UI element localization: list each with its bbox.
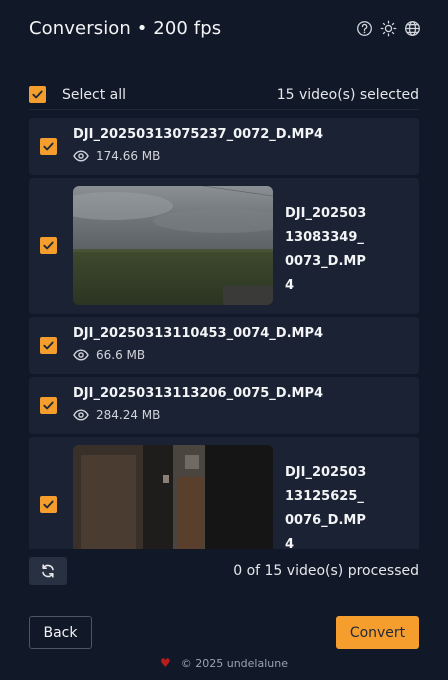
globe-icon[interactable]	[404, 20, 421, 37]
video-filename-line: 4	[285, 278, 295, 293]
video-checkbox[interactable]	[40, 397, 57, 414]
video-filename-line: DJI_202503	[285, 465, 367, 480]
video-filename-line: 4	[285, 537, 295, 549]
video-thumbnail[interactable]	[73, 186, 273, 305]
video-meta: 174.66 MB	[73, 149, 323, 163]
video-filename-line: 0073_D.MP	[285, 254, 366, 269]
video-checkbox[interactable]	[40, 496, 57, 513]
help-icon[interactable]	[356, 20, 373, 37]
video-item[interactable]: DJI_202503 13125625_ 0076_D.MP 4	[29, 437, 419, 549]
footer: ♥ © 2025 undelalune	[0, 654, 448, 672]
select-all-row: Select all 15 video(s) selected	[29, 80, 419, 110]
video-size: 284.24 MB	[96, 408, 161, 422]
select-all-label[interactable]: Select all	[62, 87, 126, 103]
video-item[interactable]: DJI_202503 13083349_ 0073_D.MP 4	[29, 178, 419, 314]
video-size: 174.66 MB	[96, 149, 161, 163]
heart-icon: ♥	[159, 656, 171, 670]
video-filename: DJI_20250313110453_0074_D.MP4	[73, 326, 324, 341]
eye-icon[interactable]	[73, 349, 89, 361]
video-item[interactable]: DJI_20250313113206_0075_D.MP4 284.24 MB	[29, 377, 419, 434]
progress-row: 0 of 15 video(s) processed	[29, 557, 419, 585]
video-item[interactable]: DJI_20250313110453_0074_D.MP4 66.6 MB	[29, 317, 419, 374]
processed-status: 0 of 15 video(s) processed	[233, 563, 419, 579]
video-checkbox[interactable]	[40, 237, 57, 254]
video-meta: 284.24 MB	[73, 408, 323, 422]
video-size: 66.6 MB	[96, 348, 146, 362]
video-checkbox[interactable]	[40, 337, 57, 354]
video-info: DJI_20250313113206_0075_D.MP4 284.24 MB	[73, 386, 323, 422]
video-filename-line: 13083349_	[285, 230, 364, 245]
page-title: Conversion • 200 fps	[29, 17, 222, 39]
eye-icon[interactable]	[73, 409, 89, 421]
refresh-icon	[42, 564, 54, 578]
video-filename: DJI_20250313075237_0072_D.MP4	[73, 127, 324, 142]
video-thumbnail[interactable]	[73, 445, 273, 549]
header: Conversion • 200 fps	[0, 0, 448, 56]
video-filename-wrapped: DJI_202503 13125625_ 0076_D.MP 4	[285, 461, 375, 549]
video-info: DJI_20250313075237_0072_D.MP4 174.66 MB	[73, 127, 323, 163]
select-all-checkbox[interactable]	[29, 86, 46, 103]
video-list[interactable]: DJI_20250313075237_0072_D.MP4 174.66 MB	[29, 118, 419, 549]
video-filename-line: DJI_202503	[285, 206, 367, 221]
copyright-text: © 2025 undelalune	[180, 656, 288, 670]
eye-icon[interactable]	[73, 150, 89, 162]
selected-count: 15 video(s) selected	[276, 86, 419, 103]
convert-button[interactable]: Convert	[336, 616, 419, 649]
video-info: DJI_20250313110453_0074_D.MP4 66.6 MB	[73, 326, 323, 362]
video-filename: DJI_20250313113206_0075_D.MP4	[73, 386, 324, 401]
refresh-button[interactable]	[29, 557, 67, 585]
video-filename-line: 13125625_	[285, 489, 364, 504]
sun-icon[interactable]	[380, 20, 397, 37]
back-button[interactable]: Back	[29, 616, 92, 649]
video-meta: 66.6 MB	[73, 348, 323, 362]
video-item[interactable]: DJI_20250313075237_0072_D.MP4 174.66 MB	[29, 118, 419, 175]
video-filename-line: 0076_D.MP	[285, 513, 366, 528]
video-checkbox[interactable]	[40, 138, 57, 155]
header-icons	[356, 20, 421, 37]
video-filename-wrapped: DJI_202503 13083349_ 0073_D.MP 4	[285, 202, 375, 298]
